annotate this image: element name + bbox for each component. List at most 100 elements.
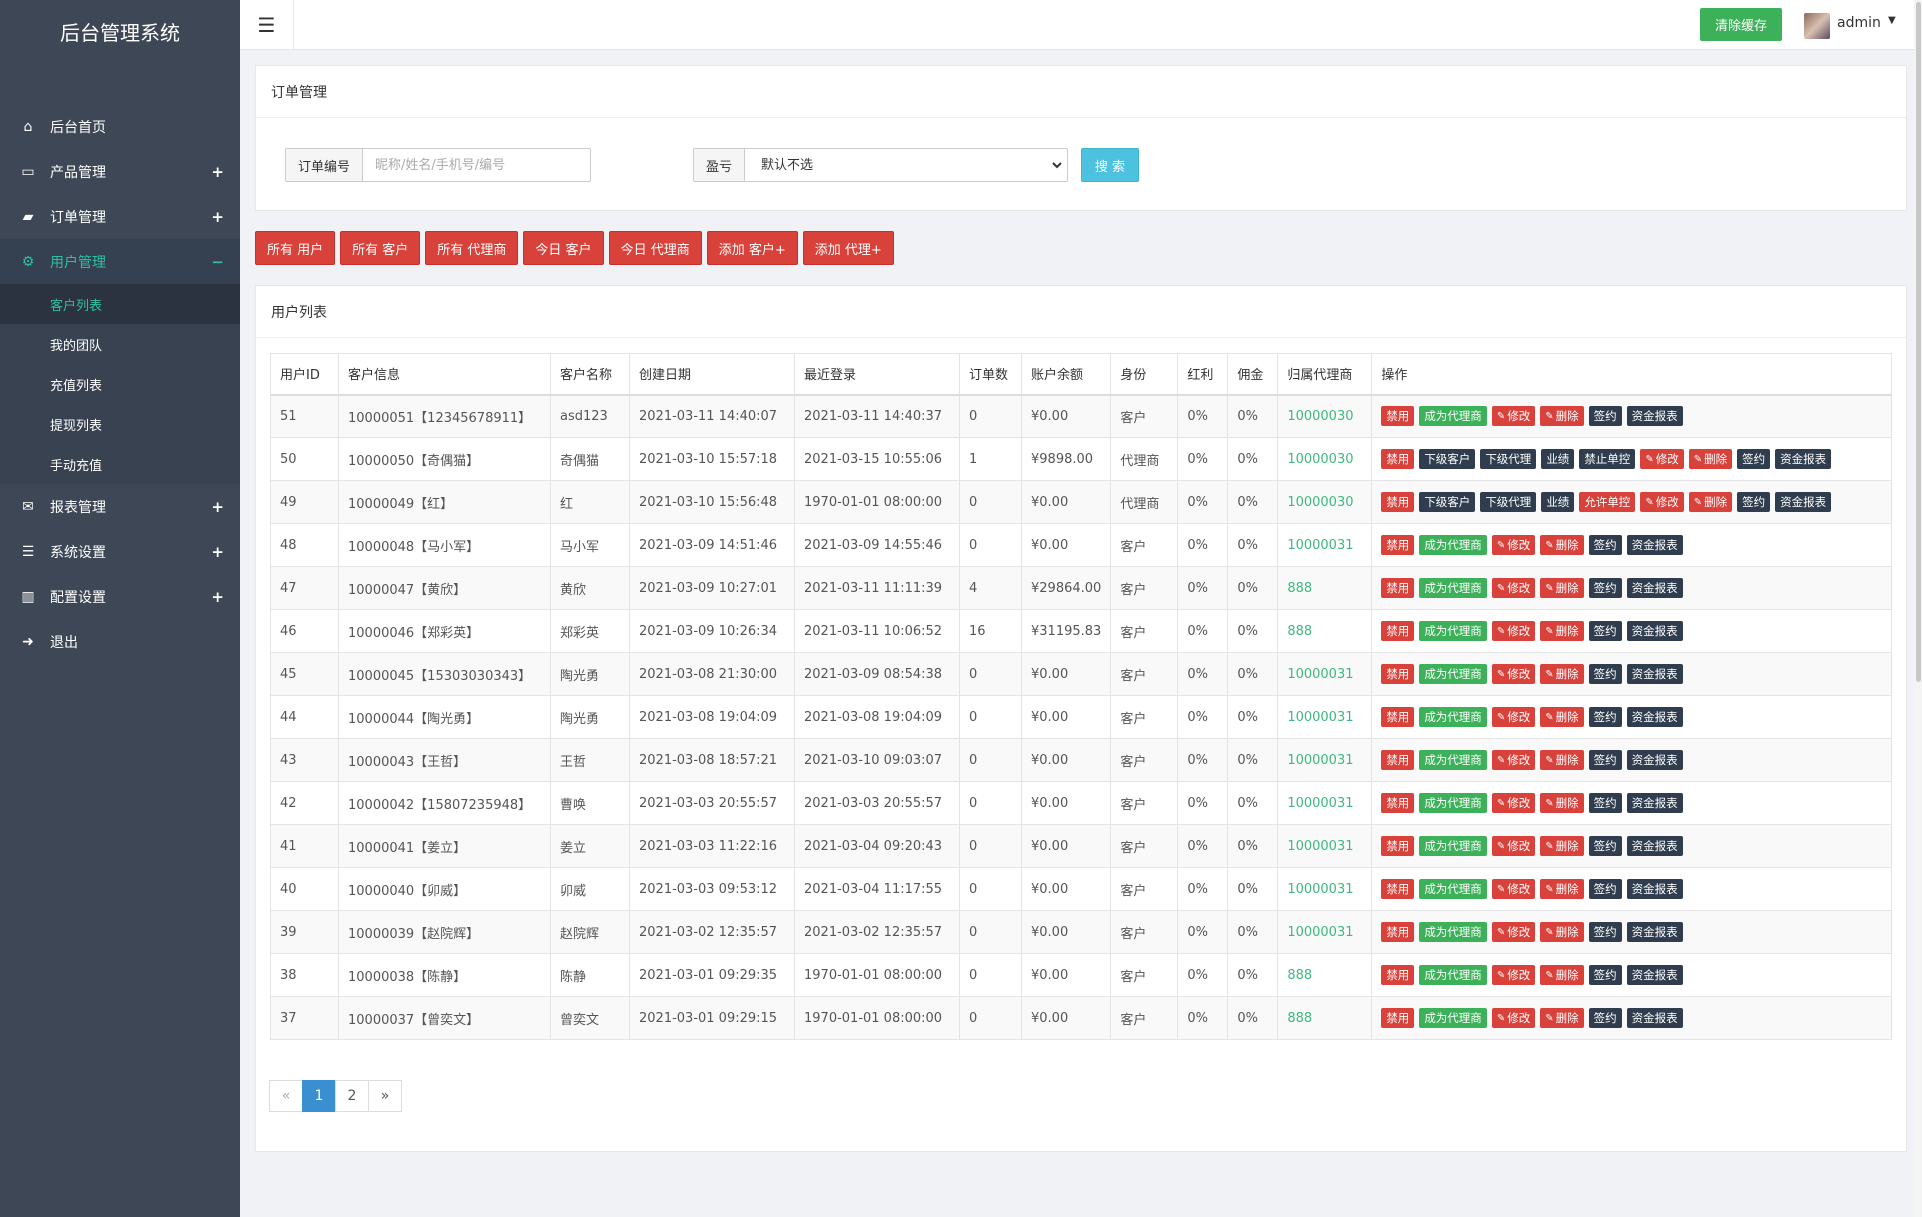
order-search-input[interactable] — [363, 149, 584, 181]
cell-10[interactable]: 888 — [1277, 953, 1373, 997]
op-button[interactable]: 资金报表 — [1626, 406, 1683, 427]
prev-page-button[interactable]: « — [269, 1080, 303, 1112]
op-button[interactable]: 禁用 — [1381, 1008, 1415, 1028]
op-button[interactable]: 下级代理 — [1480, 492, 1537, 512]
op-button[interactable]: ✎ 删除 — [1540, 578, 1584, 598]
op-button[interactable]: 禁用 — [1381, 922, 1415, 942]
op-button[interactable]: ✎ 修改 — [1491, 621, 1536, 641]
op-button[interactable]: 成为代理商 — [1419, 535, 1487, 555]
cell-10[interactable]: 10000031 — [1277, 781, 1373, 825]
caret-down-icon[interactable]: ▼ — [1888, 15, 1896, 26]
op-button[interactable]: ✎ 删除 — [1540, 406, 1584, 427]
action-button-5[interactable]: 添加 客户+ — [706, 231, 798, 265]
cell-10[interactable]: 10000030 — [1277, 394, 1373, 438]
op-button[interactable]: 资金报表 — [1626, 535, 1683, 555]
cell-10[interactable]: 888 — [1277, 566, 1373, 610]
cell-10[interactable]: 10000031 — [1277, 867, 1373, 911]
op-button[interactable]: 业绩 — [1541, 492, 1575, 512]
op-button[interactable]: ✎ 修改 — [1491, 793, 1536, 813]
cell-10[interactable]: 10000031 — [1277, 652, 1373, 696]
op-button[interactable]: 资金报表 — [1626, 836, 1683, 856]
cell-10[interactable]: 888 — [1277, 609, 1373, 653]
action-button-2[interactable]: 所有 代理商 — [425, 231, 519, 265]
op-button[interactable]: 签约 — [1737, 492, 1771, 512]
op-button[interactable]: ✎ 删除 — [1540, 879, 1584, 899]
op-button[interactable]: ✎ 删除 — [1540, 836, 1584, 856]
op-button[interactable]: 禁用 — [1381, 621, 1415, 641]
op-button[interactable]: 成为代理商 — [1419, 406, 1487, 427]
op-button[interactable]: ✎ 删除 — [1540, 965, 1584, 985]
op-button[interactable]: 成为代理商 — [1419, 836, 1487, 856]
op-button[interactable]: 成为代理商 — [1419, 965, 1487, 985]
op-button[interactable]: ✎ 删除 — [1540, 793, 1584, 813]
op-button[interactable]: 成为代理商 — [1419, 922, 1487, 942]
action-button-0[interactable]: 所有 用户 — [255, 231, 336, 265]
op-button[interactable]: ✎ 删除 — [1540, 922, 1584, 942]
op-button[interactable]: 资金报表 — [1626, 750, 1683, 770]
sidebar-subitem-1[interactable]: 我的团队 — [0, 324, 240, 364]
op-button[interactable]: ✎ 删除 — [1688, 449, 1733, 469]
op-button[interactable]: 禁用 — [1381, 578, 1415, 598]
op-button[interactable]: 禁止单控 — [1579, 449, 1636, 469]
op-button[interactable]: 资金报表 — [1626, 578, 1683, 598]
op-button[interactable]: ✎ 修改 — [1491, 707, 1536, 727]
op-button[interactable]: 下级客户 — [1419, 492, 1476, 512]
op-button[interactable]: 签约 — [1737, 449, 1771, 469]
sidebar-subitem-2[interactable]: 充值列表 — [0, 364, 240, 404]
op-button[interactable]: 资金报表 — [1626, 879, 1683, 899]
op-button[interactable]: 签约 — [1588, 1008, 1622, 1028]
op-button[interactable]: ✎ 修改 — [1491, 879, 1536, 899]
sidebar-subitem-4[interactable]: 手动充值 — [0, 444, 240, 484]
op-button[interactable]: 签约 — [1588, 965, 1622, 985]
op-button[interactable]: ✎ 修改 — [1491, 1008, 1536, 1028]
op-button[interactable]: 下级客户 — [1419, 449, 1476, 469]
next-page-button[interactable]: » — [368, 1080, 402, 1112]
op-button[interactable]: 资金报表 — [1626, 1008, 1683, 1028]
cell-10[interactable]: 888 — [1277, 996, 1373, 1040]
op-button[interactable]: 成为代理商 — [1419, 879, 1487, 899]
op-button[interactable]: ✎ 修改 — [1491, 836, 1536, 856]
profit-select[interactable]: 默认不选 — [745, 149, 1066, 181]
sidebar-item-5[interactable]: ☰ 系统设置 + — [0, 529, 240, 574]
op-button[interactable]: 禁用 — [1381, 965, 1415, 985]
op-button[interactable]: ✎ 删除 — [1540, 664, 1584, 684]
sidebar-subitem-0[interactable]: 客户列表 — [0, 284, 240, 324]
op-button[interactable]: ✎ 删除 — [1540, 707, 1584, 727]
op-button[interactable]: ✎ 修改 — [1491, 664, 1536, 684]
op-button[interactable]: 签约 — [1588, 879, 1622, 899]
user-name[interactable]: admin — [1837, 15, 1881, 31]
op-button[interactable]: ✎ 修改 — [1640, 492, 1684, 512]
op-button[interactable]: 成为代理商 — [1419, 578, 1487, 598]
op-button[interactable]: 成为代理商 — [1419, 1008, 1487, 1028]
op-button[interactable]: 成为代理商 — [1419, 664, 1487, 684]
scrollbar-thumb[interactable] — [1916, 2, 1921, 682]
op-button[interactable]: 签约 — [1588, 535, 1622, 555]
op-button[interactable]: 禁用 — [1381, 836, 1415, 856]
sidebar-subitem-3[interactable]: 提现列表 — [0, 404, 240, 444]
op-button[interactable]: 禁用 — [1381, 879, 1415, 899]
cell-10[interactable]: 10000030 — [1277, 480, 1373, 524]
op-button[interactable]: 签约 — [1588, 707, 1622, 727]
action-button-1[interactable]: 所有 客户 — [340, 231, 421, 265]
sidebar-item-4[interactable]: ✉ 报表管理 + — [0, 484, 240, 529]
op-button[interactable]: ✎ 删除 — [1540, 1008, 1584, 1028]
op-button[interactable]: 成为代理商 — [1419, 750, 1487, 770]
op-button[interactable]: ✎ 修改 — [1491, 922, 1536, 942]
sidebar-item-0[interactable]: ⌂ 后台首页 — [0, 104, 240, 149]
op-button[interactable]: 签约 — [1588, 836, 1622, 856]
action-button-4[interactable]: 今日 代理商 — [608, 231, 702, 265]
clear-cache-button[interactable]: 清除缓存 — [1700, 8, 1782, 41]
op-button[interactable]: 成为代理商 — [1419, 793, 1487, 813]
op-button[interactable]: 签约 — [1588, 406, 1622, 427]
cell-10[interactable]: 10000031 — [1277, 824, 1373, 868]
op-button[interactable]: 签约 — [1588, 922, 1622, 942]
op-button[interactable]: 签约 — [1588, 664, 1622, 684]
op-button[interactable]: 资金报表 — [1626, 707, 1683, 727]
op-button[interactable]: 签约 — [1588, 793, 1622, 813]
op-button[interactable]: ✎ 删除 — [1540, 535, 1584, 555]
sidebar-item-7[interactable]: ➜ 退出 — [0, 619, 240, 664]
action-button-3[interactable]: 今日 客户 — [523, 231, 604, 265]
op-button[interactable]: 资金报表 — [1626, 965, 1683, 985]
op-button[interactable]: 签约 — [1588, 621, 1622, 641]
op-button[interactable]: 资金报表 — [1626, 922, 1683, 942]
